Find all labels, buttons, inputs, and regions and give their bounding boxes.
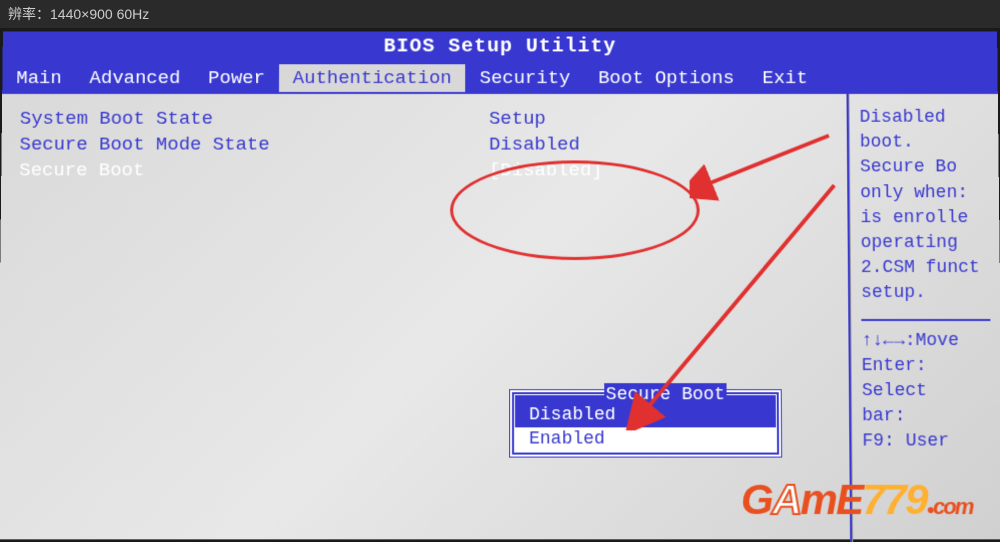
setting-value: Disabled (489, 134, 829, 156)
setting-secure-boot-mode[interactable]: Secure Boot Mode State Disabled (19, 134, 829, 156)
help-line: setup. (861, 281, 990, 306)
setting-label: Secure Boot Mode State (19, 134, 489, 156)
resolution-label: 辨率：1440×900 60Hz (8, 6, 149, 22)
menu-bar: Main Advanced Power Authentication Secur… (2, 62, 998, 94)
menu-boot-options[interactable]: Boot Options (584, 64, 748, 92)
menu-authentication[interactable]: Authentication (279, 64, 466, 92)
menu-security[interactable]: Security (466, 64, 585, 92)
setting-value: [Disabled] (489, 159, 829, 181)
help-line: is enrolle (860, 206, 989, 231)
main-panel: System Boot State Setup Secure Boot Mode… (0, 94, 852, 542)
nav-hint: Enter: Select (862, 354, 992, 405)
help-divider (861, 319, 990, 321)
help-line: Secure Bo (860, 156, 989, 181)
secure-boot-popup: Secure Boot Disabled Enabled (510, 390, 781, 456)
help-line: boot. (860, 131, 989, 156)
menu-exit[interactable]: Exit (748, 64, 821, 92)
help-line: Disabled (860, 106, 989, 131)
menu-advanced[interactable]: Advanced (76, 64, 195, 92)
menu-main[interactable]: Main (2, 64, 76, 92)
nav-hint: ↑↓←→:Move (861, 329, 990, 354)
setting-value: Setup (489, 108, 829, 130)
monitor-info-bar: 辨率：1440×900 60Hz (0, 0, 1000, 28)
setting-system-boot-state[interactable]: System Boot State Setup (20, 108, 829, 130)
help-line: only when: (860, 181, 989, 206)
popup-option-enabled[interactable]: Enabled (515, 427, 776, 451)
popup-title: Secure Boot (604, 383, 727, 407)
nav-hint: bar: (862, 404, 992, 429)
setting-label: Secure Boot (19, 159, 489, 181)
help-line: operating (861, 231, 990, 256)
watermark: GAmE779●com (741, 476, 973, 524)
help-line: 2.CSM funct (861, 256, 990, 281)
setting-secure-boot[interactable]: Secure Boot [Disabled] (19, 159, 829, 181)
nav-hint: F9: User (862, 430, 992, 455)
bios-title: BIOS Setup Utility (3, 32, 998, 63)
menu-power[interactable]: Power (194, 64, 279, 92)
bios-screen: BIOS Setup Utility Main Advanced Power A… (0, 32, 1000, 540)
setting-label: System Boot State (20, 108, 489, 130)
